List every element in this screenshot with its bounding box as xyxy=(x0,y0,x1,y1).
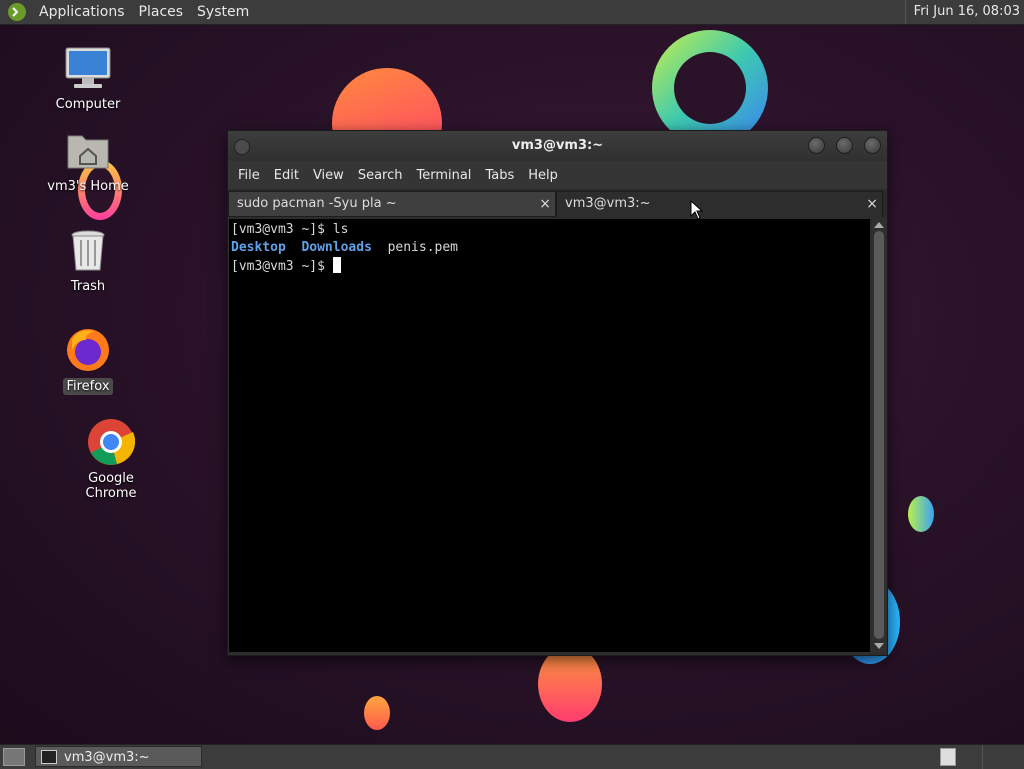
desktop-icon-computer[interactable]: Computer xyxy=(38,44,138,113)
tab-vm3[interactable]: vm3@vm3:~ × xyxy=(556,191,883,217)
menu-search[interactable]: Search xyxy=(351,168,410,183)
tab-bar: sudo pacman -Syu pla ~ × vm3@vm3:~ × xyxy=(228,189,887,217)
close-icon[interactable]: × xyxy=(866,192,878,216)
close-button[interactable] xyxy=(864,137,881,154)
desktop-icon-trash[interactable]: Trash xyxy=(38,226,138,295)
terminal-line: Desktop Downloads penis.pem xyxy=(231,239,868,257)
wallpaper-ring xyxy=(652,30,768,146)
wallpaper-tiny-blob xyxy=(364,696,390,730)
terminal-window: vm3@vm3:~ File Edit View Search Terminal… xyxy=(227,130,888,656)
top-panel: Applications Places System Fri Jun 16, 0… xyxy=(0,0,1024,25)
maximize-button[interactable] xyxy=(836,137,853,154)
trash-icon xyxy=(64,226,112,274)
taskbar-button-terminal[interactable]: vm3@vm3:~ xyxy=(35,746,202,767)
desktop-icon-label: vm3's Home xyxy=(47,179,129,194)
desktop-icon-home[interactable]: vm3's Home xyxy=(38,126,138,195)
dir-entry: Downloads xyxy=(301,240,372,255)
menu-terminal[interactable]: Terminal xyxy=(409,168,478,183)
window-menu-button[interactable] xyxy=(234,139,250,155)
close-icon[interactable]: × xyxy=(539,192,551,216)
window-title: vm3@vm3:~ xyxy=(511,138,604,153)
taskbar-label: vm3@vm3:~ xyxy=(64,750,150,765)
window-titlebar[interactable]: vm3@vm3:~ xyxy=(228,131,887,161)
text-cursor xyxy=(332,257,341,273)
tab-pacman[interactable]: sudo pacman -Syu pla ~ × xyxy=(228,191,556,217)
terminal-icon xyxy=(41,750,57,764)
computer-icon xyxy=(64,44,112,92)
clock[interactable]: Fri Jun 16, 08:03 xyxy=(904,0,1020,24)
terminal-line: [vm3@vm3 ~]$ ls xyxy=(231,221,868,239)
panel-divider xyxy=(982,745,983,769)
tab-label: sudo pacman -Syu pla ~ xyxy=(237,196,397,211)
mate-logo-icon[interactable] xyxy=(8,3,26,21)
terminal-menubar: File Edit View Search Terminal Tabs Help xyxy=(228,161,887,189)
wallpaper-pink-blob xyxy=(538,646,602,722)
terminal-output[interactable]: [vm3@vm3 ~]$ ls Desktop Downloads penis.… xyxy=(229,219,870,652)
applications-menu[interactable]: Applications xyxy=(32,0,132,24)
prompt: [vm3@vm3 ~]$ xyxy=(231,259,333,274)
command: ls xyxy=(332,222,349,237)
wallpaper-small-blob xyxy=(908,496,934,532)
scroll-up-arrow-icon[interactable] xyxy=(874,222,884,228)
show-desktop-icon[interactable] xyxy=(3,748,25,766)
firefox-icon xyxy=(64,326,112,374)
desktop-icon-label: Trash xyxy=(70,279,106,294)
scroll-thumb[interactable] xyxy=(874,231,884,639)
menu-help[interactable]: Help xyxy=(521,168,565,183)
desktop-icon-label: Google Chrome xyxy=(85,471,137,501)
bottom-panel: vm3@vm3:~ xyxy=(0,744,1024,769)
terminal-line: [vm3@vm3 ~]$ xyxy=(231,257,868,276)
desktop-icon-label: Computer xyxy=(55,97,121,112)
menu-view[interactable]: View xyxy=(306,168,351,183)
prompt: [vm3@vm3 ~]$ xyxy=(231,222,333,237)
home-folder-icon xyxy=(64,126,112,174)
system-menu[interactable]: System xyxy=(190,0,256,24)
desktop-icon-firefox[interactable]: Firefox xyxy=(38,326,138,395)
scroll-down-arrow-icon[interactable] xyxy=(874,643,884,649)
desktop-icon-label: Firefox xyxy=(63,378,113,395)
menu-edit[interactable]: Edit xyxy=(267,168,306,183)
dir-entry: Desktop xyxy=(231,240,286,255)
tab-label: vm3@vm3:~ xyxy=(565,196,651,211)
desktop-icon-chrome[interactable]: Google Chrome xyxy=(60,418,162,502)
places-menu[interactable]: Places xyxy=(132,0,191,24)
scrollbar[interactable] xyxy=(872,219,886,652)
menu-tabs[interactable]: Tabs xyxy=(478,168,521,183)
menu-file[interactable]: File xyxy=(231,168,267,183)
workspace-switcher[interactable] xyxy=(940,748,956,766)
chrome-icon xyxy=(87,418,136,466)
file-entry: penis.pem xyxy=(387,240,459,255)
minimize-button[interactable] xyxy=(808,137,825,154)
